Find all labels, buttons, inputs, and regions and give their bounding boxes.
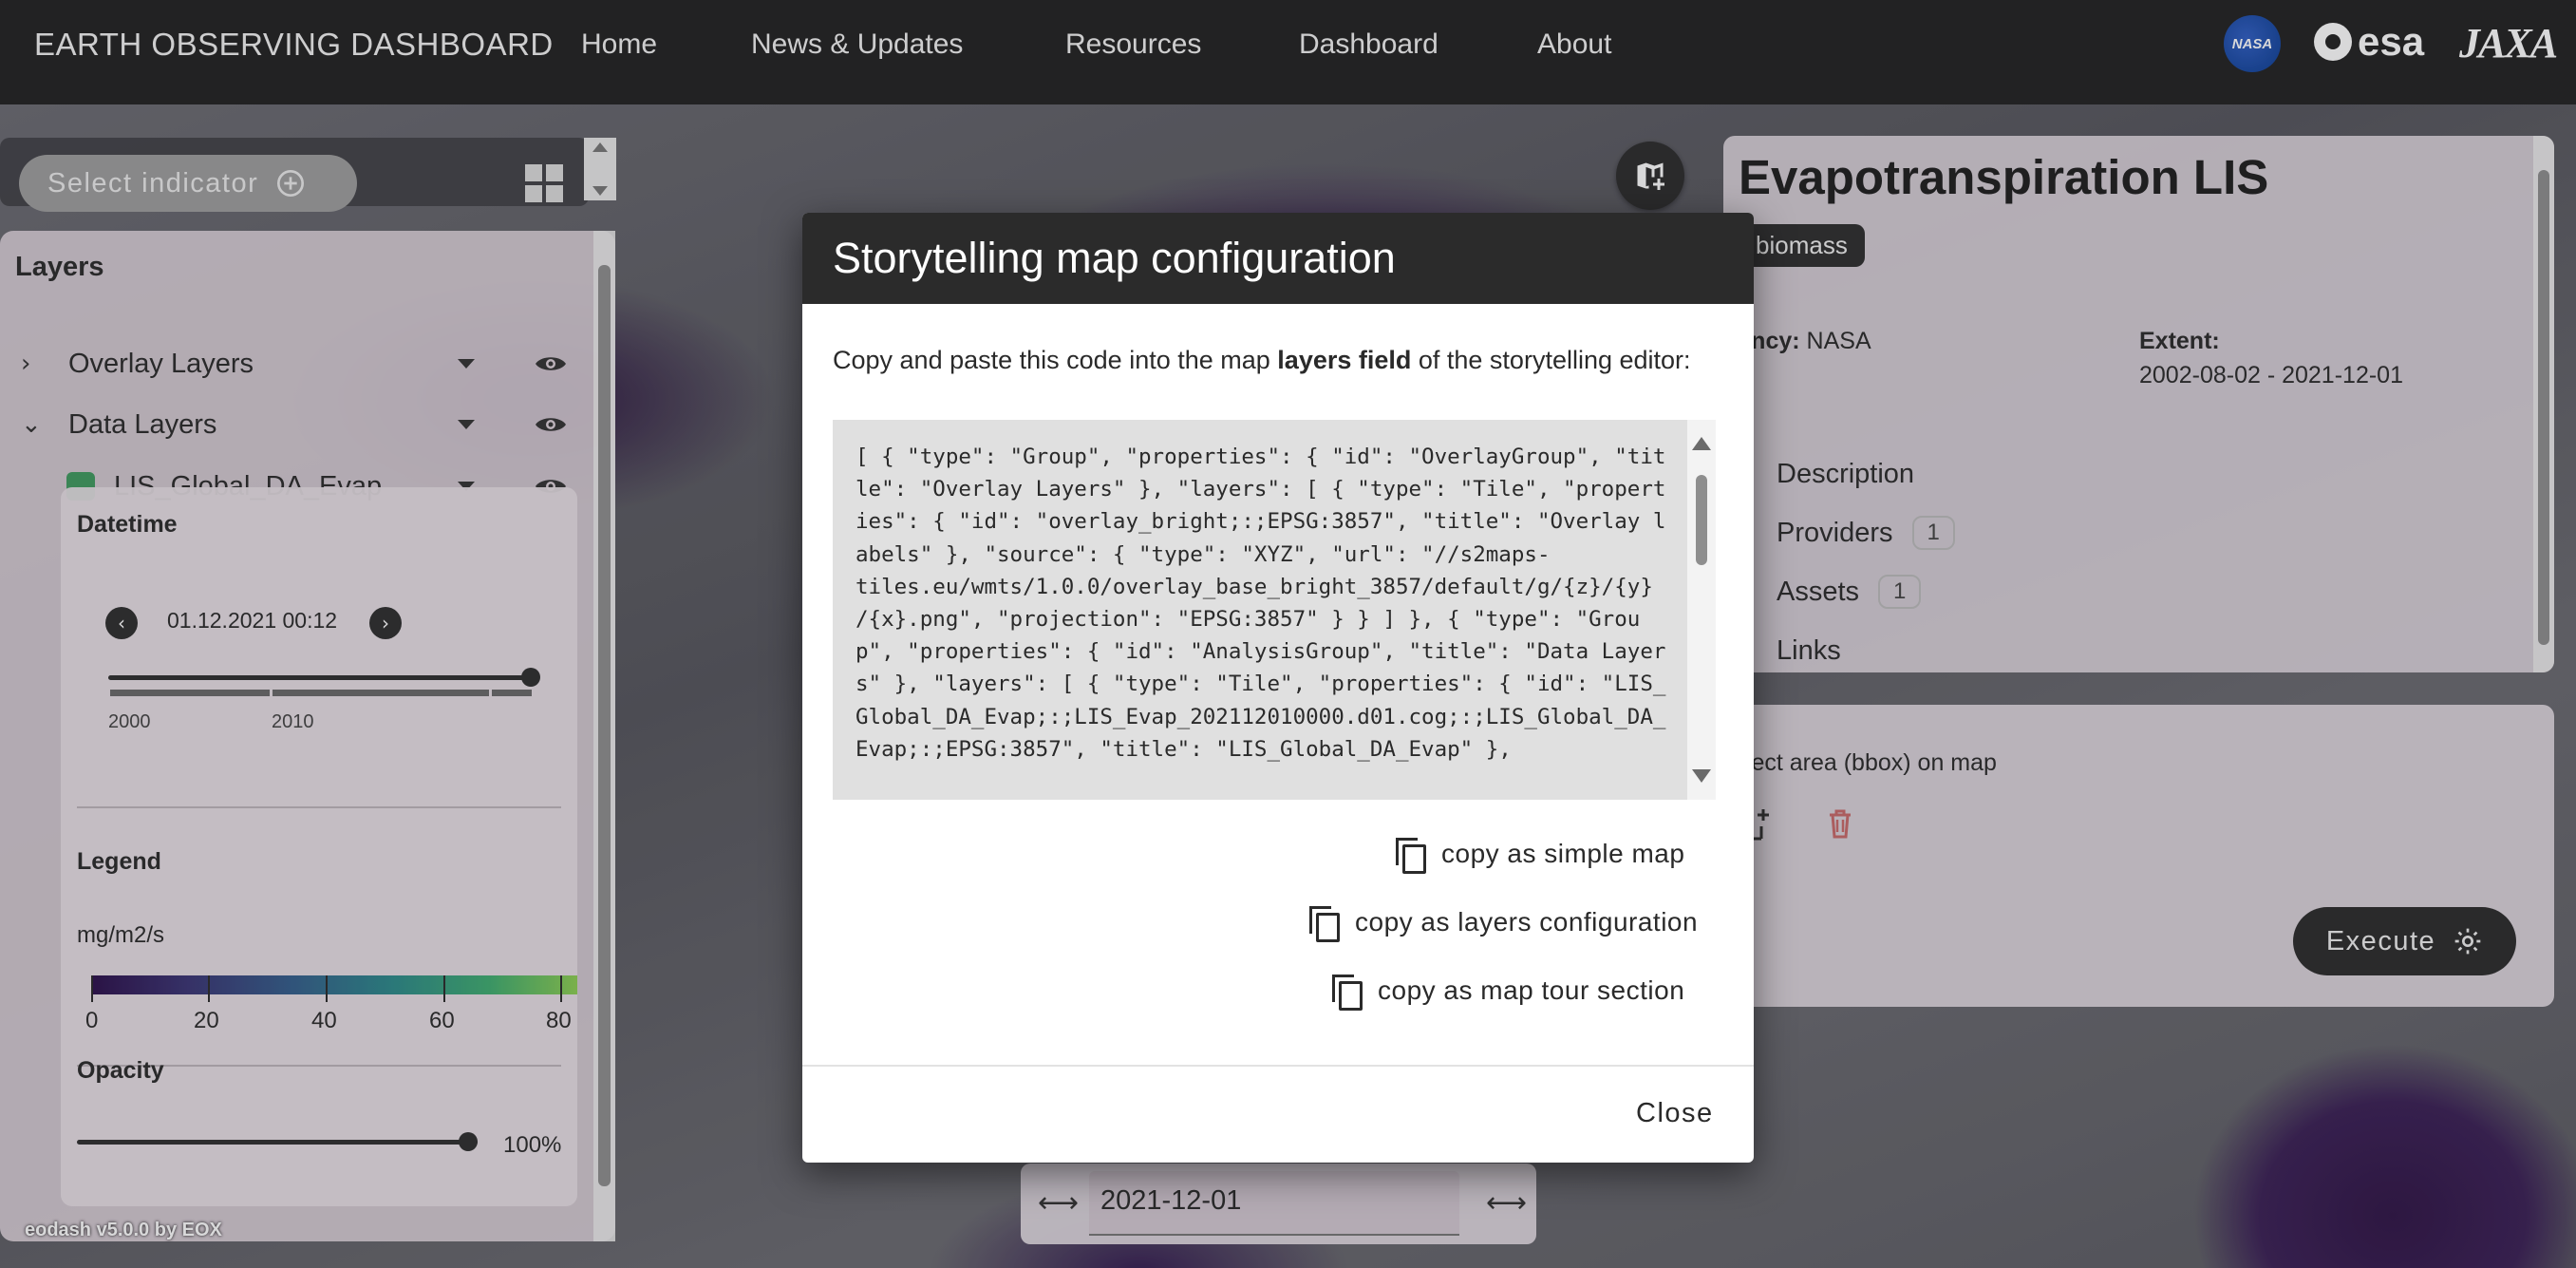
intro-text: Copy and paste this code into the map — [833, 346, 1278, 374]
copy-icon — [1396, 838, 1426, 874]
copy-map-tour-button[interactable]: copy as map tour section — [1332, 975, 1685, 1011]
code-block[interactable]: [ { "type": "Group", "properties": { "id… — [833, 420, 1687, 800]
copy-icon — [1332, 975, 1363, 1011]
copy-button-label: copy as layers configuration — [1355, 907, 1699, 937]
code-text[interactable]: [ { "type": "Group", "properties": { "id… — [856, 441, 1670, 766]
scroll-up-icon[interactable] — [1692, 437, 1711, 450]
dialog-intro: Copy and paste this code into the map la… — [833, 341, 1716, 379]
code-scrollbar[interactable] — [1687, 420, 1716, 800]
copy-icon — [1309, 906, 1340, 942]
intro-text: of the storytelling editor: — [1411, 346, 1691, 374]
copy-button-label: copy as simple map — [1441, 839, 1685, 868]
copy-simple-map-button[interactable]: copy as simple map — [1396, 838, 1685, 874]
copy-button-label: copy as map tour section — [1378, 975, 1685, 1005]
copy-layers-config-button[interactable]: copy as layers configuration — [1309, 906, 1699, 942]
scroll-down-icon[interactable] — [1692, 769, 1711, 783]
scrollbar-thumb[interactable] — [1696, 475, 1707, 565]
close-button[interactable]: Close — [1636, 1098, 1714, 1129]
storytelling-config-dialog: Storytelling map configuration Copy and … — [802, 213, 1754, 1163]
dialog-title: Storytelling map configuration — [833, 234, 1396, 282]
intro-bold: layers field — [1277, 346, 1412, 374]
dialog-divider — [802, 1065, 1754, 1067]
dialog-header: Storytelling map configuration — [802, 213, 1754, 304]
